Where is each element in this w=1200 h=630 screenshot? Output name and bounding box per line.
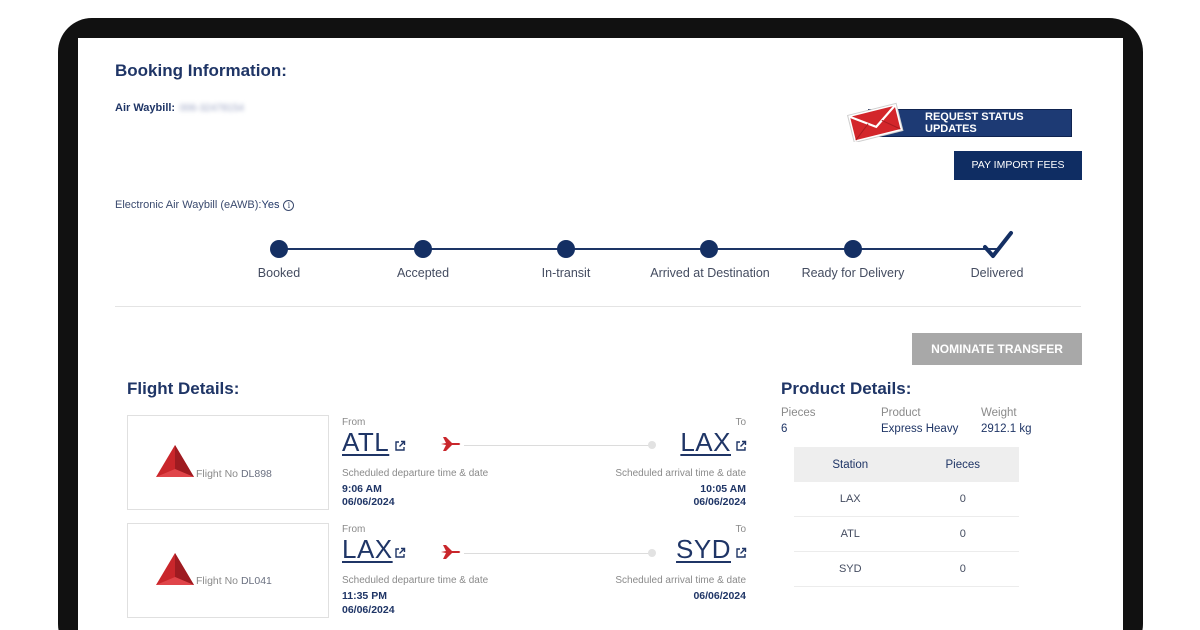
origin-airport-link[interactable]: LAX bbox=[342, 534, 393, 565]
external-link-icon[interactable] bbox=[735, 440, 747, 452]
destination-airport-link[interactable]: SYD bbox=[638, 534, 731, 565]
arrival-label: Scheduled arrival time & date bbox=[615, 575, 746, 586]
flight-no-label: Flight No bbox=[196, 575, 239, 587]
step-label-ready: Ready for Delivery bbox=[801, 266, 905, 280]
external-link-icon[interactable] bbox=[394, 440, 406, 452]
delta-logo bbox=[156, 445, 194, 477]
departure-time: 9:06 AM bbox=[342, 483, 382, 495]
step-dot-in-transit bbox=[557, 240, 575, 258]
external-link-icon[interactable] bbox=[394, 547, 406, 559]
flight-details-title: Flight Details: bbox=[127, 379, 240, 398]
flight-number: Flight No DL041 bbox=[196, 575, 272, 587]
column-header-station: Station bbox=[832, 458, 869, 471]
arrival-date: 06/06/2024 bbox=[693, 496, 746, 508]
pieces-cell: 0 bbox=[959, 563, 966, 575]
step-label-accepted: Accepted bbox=[396, 266, 450, 280]
departure-date: 06/06/2024 bbox=[342, 604, 395, 616]
request-status-label: REQUEST STATUS UPDATES bbox=[925, 111, 1024, 135]
departure-label: Scheduled departure time & date bbox=[342, 575, 489, 586]
external-link-icon[interactable] bbox=[735, 547, 747, 559]
product-details-title: Product Details: bbox=[781, 379, 912, 398]
product-label: Product bbox=[881, 407, 921, 419]
step-dot-accepted bbox=[414, 240, 432, 258]
step-label-delivered: Delivered bbox=[970, 266, 1024, 280]
column-header-pieces: Pieces bbox=[945, 458, 981, 471]
flight-card: Flight No DL898 bbox=[127, 415, 329, 510]
booking-title: Booking Information: bbox=[115, 61, 287, 80]
product-value: Express Heavy bbox=[881, 423, 959, 435]
eawb-status: Electronic Air Waybill (eAWB):Yes i bbox=[115, 199, 295, 211]
weight-label: Weight bbox=[981, 407, 1017, 419]
station-cell: SYD bbox=[838, 563, 862, 575]
pieces-cell: 0 bbox=[959, 528, 966, 540]
app-screen: Booking Information: Air Waybill: 006-32… bbox=[78, 38, 1123, 630]
departure-label: Scheduled departure time & date bbox=[342, 468, 489, 479]
flight-number: Flight No DL898 bbox=[196, 468, 272, 480]
weight-value: 2912.1 kg bbox=[981, 423, 1032, 435]
step-label-in-transit: In-transit bbox=[541, 266, 591, 280]
pieces-value: 6 bbox=[781, 423, 788, 435]
table-row: SYD 0 bbox=[794, 552, 1019, 587]
progress-track bbox=[279, 248, 999, 250]
arrival-date: 06/06/2024 bbox=[693, 590, 746, 602]
origin-airport-link[interactable]: ATL bbox=[342, 427, 389, 458]
flight-no-value: DL898 bbox=[240, 468, 272, 480]
flight-no-label: Flight No bbox=[196, 468, 239, 480]
checkmark-icon bbox=[983, 231, 1013, 258]
awb-value: 006-32478154 bbox=[179, 103, 245, 114]
route-line bbox=[464, 445, 652, 446]
station-cell: ATL bbox=[840, 528, 860, 540]
flight-no-value: DL041 bbox=[240, 575, 272, 587]
awb-label: Air Waybill: bbox=[115, 102, 176, 114]
step-dot-ready bbox=[844, 240, 862, 258]
step-label-arrived: Arrived at Destination bbox=[650, 266, 770, 280]
info-icon[interactable]: i bbox=[283, 200, 295, 211]
arrival-label: Scheduled arrival time & date bbox=[615, 468, 746, 479]
step-dot-booked bbox=[270, 240, 288, 258]
route-line bbox=[464, 553, 652, 554]
station-cell: LAX bbox=[839, 493, 861, 505]
station-pieces-table: Station Pieces LAX 0 ATL 0 SYD 0 bbox=[794, 447, 1019, 587]
airplane-icon bbox=[441, 437, 461, 451]
pieces-cell: 0 bbox=[959, 493, 966, 505]
destination-airport-link[interactable]: LAX bbox=[638, 427, 731, 458]
pay-import-fees-button[interactable]: PAY IMPORT FEES bbox=[954, 151, 1082, 180]
air-waybill: Air Waybill: 006-32478154 bbox=[115, 98, 244, 116]
flight-card: Flight No DL041 bbox=[127, 523, 329, 618]
eawb-value: Yes bbox=[261, 199, 280, 211]
step-label-booked: Booked bbox=[257, 266, 301, 280]
nominate-transfer-button[interactable]: NOMINATE TRANSFER bbox=[912, 333, 1082, 365]
delta-logo bbox=[156, 553, 194, 585]
departure-date: 06/06/2024 bbox=[342, 496, 395, 508]
eawb-label: Electronic Air Waybill (eAWB): bbox=[115, 199, 262, 211]
table-header: Station Pieces bbox=[794, 447, 1019, 482]
table-row: LAX 0 bbox=[794, 482, 1019, 517]
envelope-icon bbox=[846, 102, 904, 142]
airplane-icon bbox=[441, 545, 461, 559]
departure-time: 11:35 PM bbox=[342, 590, 387, 602]
section-divider bbox=[115, 306, 1081, 307]
table-row: ATL 0 bbox=[794, 517, 1019, 552]
step-dot-arrived bbox=[700, 240, 718, 258]
arrival-time: 10:05 AM bbox=[700, 483, 746, 495]
pieces-label: Pieces bbox=[781, 407, 816, 419]
